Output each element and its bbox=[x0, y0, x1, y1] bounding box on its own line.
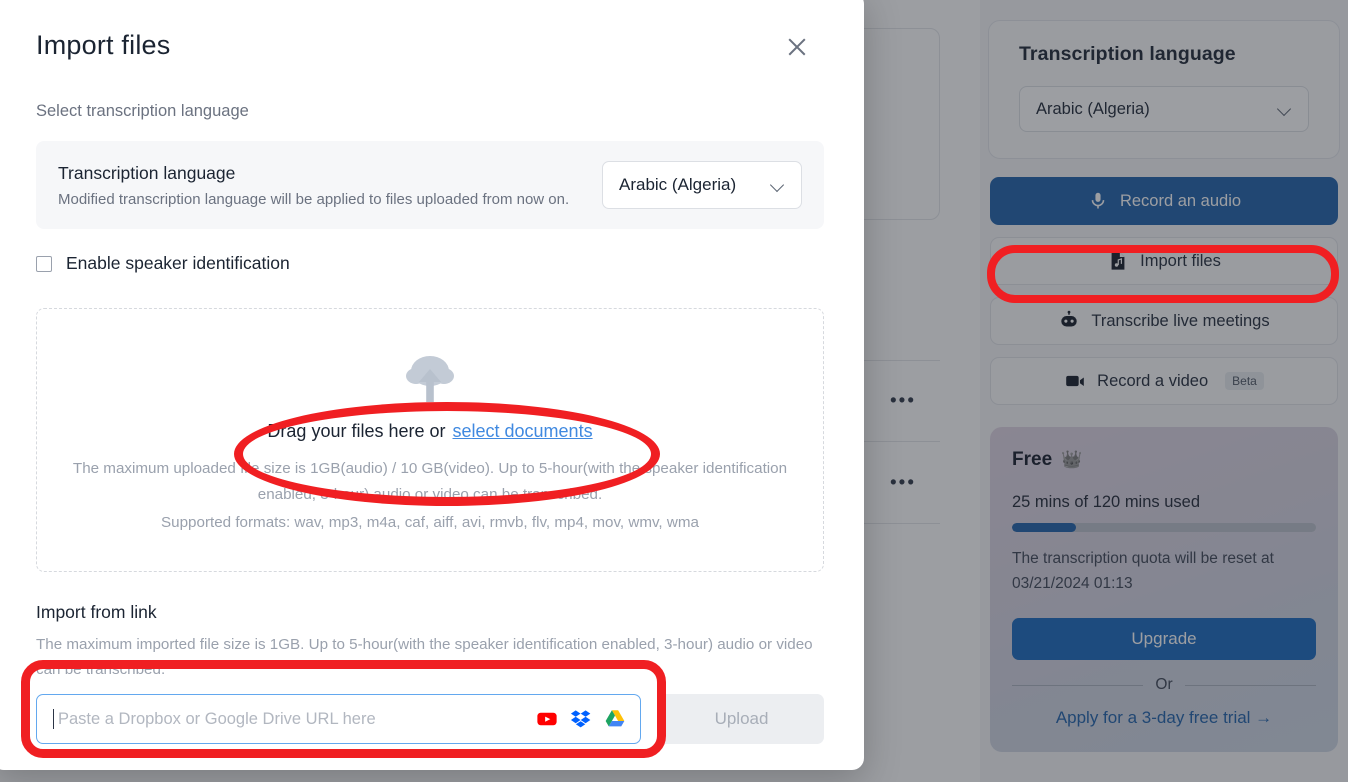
speaker-identification-label: Enable speaker identification bbox=[66, 253, 290, 273]
speaker-identification-checkbox[interactable] bbox=[36, 255, 52, 272]
google-drive-icon[interactable] bbox=[604, 708, 626, 730]
page-title: Import files bbox=[36, 30, 171, 60]
cloud-upload-icon bbox=[406, 356, 454, 402]
modal-header: Import files bbox=[36, 24, 824, 62]
modal-language-value: Arabic (Algeria) bbox=[619, 175, 737, 194]
select-language-label: Select transcription language bbox=[36, 102, 249, 120]
transcription-language-row: Transcription language Modified transcri… bbox=[36, 141, 824, 229]
import-from-link-title: Import from link bbox=[36, 602, 157, 622]
transcription-language-row-title: Transcription language bbox=[58, 162, 236, 183]
url-input-placeholder: Paste a Dropbox or Google Drive URL here bbox=[58, 709, 376, 728]
text-caret bbox=[53, 709, 54, 730]
drag-files-label: Drag your files here or bbox=[267, 421, 446, 441]
transcription-language-row-subtitle: Modified transcription language will be … bbox=[58, 190, 570, 208]
dropbox-icon[interactable] bbox=[570, 708, 592, 730]
select-documents-link[interactable]: select documents bbox=[453, 421, 593, 441]
import-from-link-subtitle: The maximum imported file size is 1GB. U… bbox=[36, 636, 813, 678]
transcription-language-texts: Transcription language Modified transcri… bbox=[58, 163, 569, 208]
url-input[interactable]: Paste a Dropbox or Google Drive URL here bbox=[36, 694, 641, 745]
close-icon[interactable] bbox=[782, 32, 812, 62]
modal-language-select[interactable]: Arabic (Algeria) bbox=[602, 161, 802, 209]
supported-formats-note: Supported formats: wav, mp3, m4a, caf, a… bbox=[161, 514, 699, 532]
youtube-icon[interactable] bbox=[536, 708, 558, 730]
max-size-note: The maximum uploaded file size is 1GB(au… bbox=[72, 460, 788, 503]
upload-label: Upload bbox=[714, 709, 769, 729]
drag-files-text: Drag your files here or select documents bbox=[267, 421, 592, 442]
upload-button[interactable]: Upload bbox=[659, 694, 824, 745]
speaker-identification-row[interactable]: Enable speaker identification bbox=[36, 253, 824, 274]
import-url-row: Paste a Dropbox or Google Drive URL here… bbox=[36, 694, 824, 745]
import-files-modal: Import files Select transcription langua… bbox=[0, 0, 864, 770]
file-dropzone[interactable]: Drag your files here or select documents … bbox=[36, 308, 824, 572]
chevron-down-icon bbox=[771, 178, 785, 192]
